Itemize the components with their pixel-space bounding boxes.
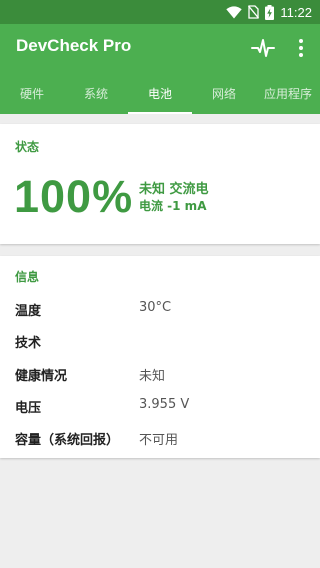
battery-info-card: 信息 温度 30°C 技术 健康情况 未知 电压 3.955 V 容量（系统回报… bbox=[0, 256, 320, 458]
app-bar: DevCheck Pro bbox=[0, 24, 320, 72]
info-label: 温度 bbox=[15, 304, 42, 319]
info-value: 不可用 bbox=[139, 433, 179, 448]
app-title: DevCheck Pro bbox=[16, 36, 132, 55]
wifi-icon bbox=[226, 5, 243, 19]
tab-battery[interactable]: 电池 bbox=[128, 72, 192, 114]
tab-hardware[interactable]: 硬件 bbox=[0, 72, 64, 114]
info-label: 容量（系统回报） bbox=[15, 433, 120, 448]
info-row-technology: 技术 bbox=[0, 328, 320, 352]
info-label: 电压 bbox=[15, 401, 42, 416]
status-bar: 11:22 bbox=[0, 0, 320, 24]
tab-apps[interactable]: 应用程序 bbox=[256, 72, 320, 114]
no-sim-icon bbox=[248, 5, 260, 19]
info-row-temperature: 温度 30°C bbox=[0, 296, 320, 320]
info-value: 3.955 V bbox=[139, 397, 190, 412]
info-section-title: 信息 bbox=[15, 270, 40, 284]
info-label: 技术 bbox=[15, 336, 42, 351]
battery-charging-icon bbox=[265, 4, 275, 20]
info-value: 30°C bbox=[139, 300, 172, 315]
clock: 11:22 bbox=[280, 4, 312, 20]
status-icons: 11:22 bbox=[226, 3, 312, 21]
pulse-waveform-icon[interactable] bbox=[251, 36, 275, 60]
info-row-health: 健康情况 未知 bbox=[0, 361, 320, 385]
info-row-capacity: 容量（系统回报） 不可用 bbox=[0, 425, 320, 449]
tab-bar: 硬件 系统 电池 网络 应用程序 bbox=[0, 72, 320, 114]
current-text: 电流 -1 mA bbox=[139, 199, 207, 213]
more-vertical-icon[interactable] bbox=[291, 36, 311, 60]
charge-status-text: 未知 交流电 bbox=[139, 182, 209, 197]
battery-status-card: 状态 100% 未知 交流电 电流 -1 mA bbox=[0, 124, 320, 244]
status-section-title: 状态 bbox=[15, 140, 40, 154]
info-value: 未知 bbox=[139, 369, 166, 384]
info-row-voltage: 电压 3.955 V bbox=[0, 393, 320, 417]
info-label: 健康情况 bbox=[15, 369, 68, 384]
tab-system[interactable]: 系统 bbox=[64, 72, 128, 114]
tab-network[interactable]: 网络 bbox=[192, 72, 256, 114]
battery-percent: 100% bbox=[14, 171, 134, 222]
